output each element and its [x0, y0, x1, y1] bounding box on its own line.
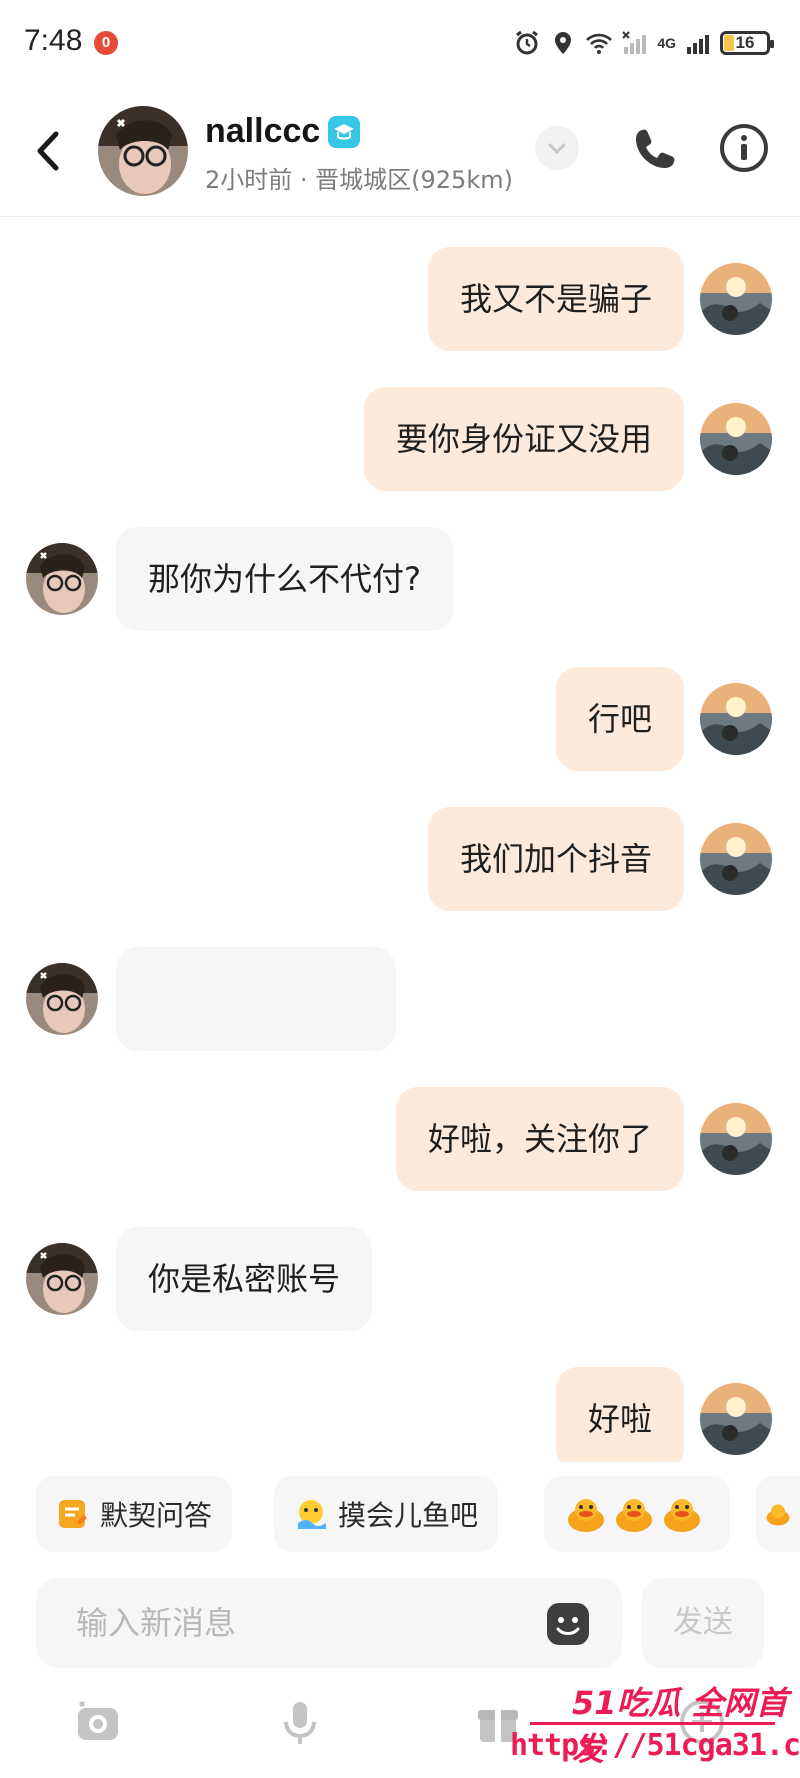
signal-empty-icon [622, 31, 647, 54]
my-avatar[interactable] [700, 263, 772, 335]
message-bubble[interactable]: 我们加个抖音 [427, 807, 684, 911]
message-row: 好啦，关注你了 [0, 1087, 800, 1191]
message-list[interactable]: 我又不是骗子 要你身份证又没用 那你为什么不代付? 行吧 我们加个抖音 好啦，关… [0, 217, 800, 1462]
signal-icon [687, 35, 709, 54]
education-badge-icon [328, 116, 360, 148]
quiz-icon [59, 1500, 87, 1528]
info-icon[interactable] [718, 122, 770, 174]
duck-sticker-icon [664, 1499, 700, 1532]
message-bubble[interactable]: 我又不是骗子 [427, 247, 684, 351]
message-row [0, 947, 800, 1051]
my-avatar[interactable] [700, 683, 772, 755]
send-button[interactable]: 发送 [642, 1578, 764, 1668]
battery-icon: 16 [720, 31, 774, 55]
quick-reply-stickers[interactable] [544, 1476, 730, 1552]
message-input[interactable] [36, 1578, 622, 1668]
chat-header: nallccc 2小时前 · 晋城城区(925km) [0, 86, 800, 217]
contact-avatar[interactable] [98, 106, 188, 196]
contact-avatar[interactable] [26, 1243, 98, 1315]
message-bubble-empty[interactable] [116, 947, 396, 1051]
my-avatar[interactable] [700, 823, 772, 895]
quick-reply-bar[interactable]: 默契问答 摸会儿鱼吧 [0, 1476, 800, 1554]
message-row: 行吧 [0, 667, 800, 771]
contact-avatar[interactable] [26, 543, 98, 615]
chevron-down-icon[interactable] [535, 126, 579, 170]
status-bar: 7:48 0 4G 16 [0, 0, 800, 86]
duck-sticker-icon [766, 1504, 790, 1526]
message-bubble[interactable]: 那你为什么不代付? [116, 527, 453, 631]
message-row: 你是私密账号 [0, 1227, 800, 1331]
message-row: 那你为什么不代付? [0, 527, 800, 631]
message-bubble[interactable]: 好啦 [555, 1367, 684, 1462]
my-avatar[interactable] [700, 403, 772, 475]
message-bubble[interactable]: 要你身份证又没用 [363, 387, 684, 491]
message-bubble[interactable]: 你是私密账号 [116, 1227, 373, 1331]
contact-avatar[interactable] [26, 963, 98, 1035]
message-row: 我又不是骗子 [0, 247, 800, 351]
phone-icon[interactable] [630, 124, 680, 174]
emoji-icon[interactable] [544, 1600, 592, 1648]
notification-badge: 0 [94, 31, 118, 55]
quick-reply-label: 摸会儿鱼吧 [338, 1499, 479, 1532]
contact-name: nallccc [205, 112, 321, 150]
my-avatar[interactable] [700, 1383, 772, 1455]
duck-sticker-icon [568, 1499, 604, 1532]
back-icon[interactable] [28, 126, 68, 176]
duck-sticker-icon [616, 1499, 652, 1532]
battery-level: 16 [735, 33, 755, 52]
location-icon [555, 32, 572, 54]
quick-reply-partial[interactable] [756, 1476, 800, 1552]
status-icons: 4G 16 [513, 26, 774, 60]
watermark-divider [530, 1722, 775, 1725]
camera-icon[interactable] [72, 1696, 124, 1748]
quick-reply-fish[interactable]: 摸会儿鱼吧 [274, 1476, 499, 1552]
wifi-icon [586, 33, 613, 54]
message-row: 我们加个抖音 [0, 807, 800, 911]
contact-status: 2小时前 · 晋城城区(925km) [205, 166, 513, 194]
message-row: 要你身份证又没用 [0, 387, 800, 491]
my-avatar[interactable] [700, 1103, 772, 1175]
microphone-icon[interactable] [274, 1696, 326, 1748]
status-time: 7:48 [24, 24, 83, 57]
message-bubble[interactable]: 好啦，关注你了 [395, 1087, 684, 1191]
fish-emoji-icon [298, 1500, 326, 1529]
network-type: 4G [657, 35, 676, 51]
watermark-url: https://51cga31.com [510, 1728, 800, 1763]
composer: 发送 [0, 1578, 800, 1668]
message-bubble[interactable]: 行吧 [555, 667, 684, 771]
alarm-icon [516, 30, 539, 55]
message-row: 好啦 [0, 1367, 800, 1462]
quick-reply-label: 默契问答 [100, 1499, 213, 1532]
quick-reply-quiz[interactable]: 默契问答 [36, 1476, 233, 1552]
